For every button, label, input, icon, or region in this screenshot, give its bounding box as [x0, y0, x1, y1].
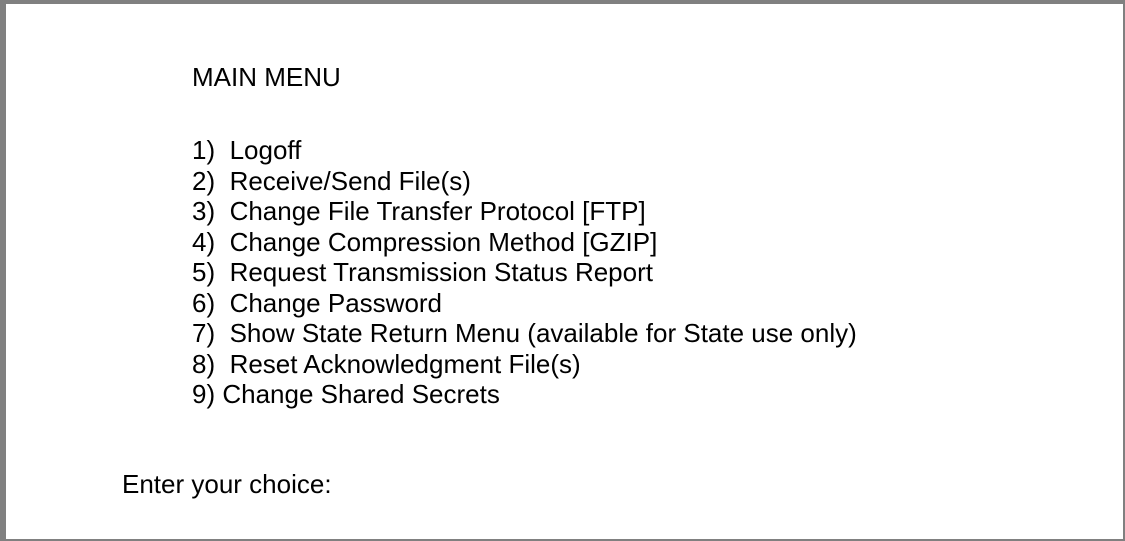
main-menu: 1) Logoff 2) Receive/Send File(s) 3) Cha…: [192, 135, 857, 410]
menu-item-change-password[interactable]: 6) Change Password: [192, 288, 857, 319]
choice-input[interactable]: [337, 472, 638, 501]
menu-item-logoff[interactable]: 1) Logoff: [192, 135, 857, 166]
choice-prompt: Enter your choice:: [122, 469, 638, 501]
terminal-window: MAIN MENU 1) Logoff 2) Receive/Send File…: [0, 0, 1125, 541]
menu-item-request-status-report[interactable]: 5) Request Transmission Status Report: [192, 257, 857, 288]
menu-item-show-state-return-menu[interactable]: 7) Show State Return Menu (available for…: [192, 318, 857, 349]
menu-item-change-transfer-protocol[interactable]: 3) Change File Transfer Protocol [FTP]: [192, 196, 857, 227]
menu-item-reset-acknowledgment-files[interactable]: 8) Reset Acknowledgment File(s): [192, 349, 857, 380]
menu-item-change-shared-secrets[interactable]: 9) Change Shared Secrets: [192, 379, 857, 410]
menu-item-receive-send-files[interactable]: 2) Receive/Send File(s): [192, 166, 857, 197]
menu-item-change-compression-method[interactable]: 4) Change Compression Method [GZIP]: [192, 227, 857, 258]
choice-prompt-label: Enter your choice:: [122, 469, 332, 499]
terminal-screen: MAIN MENU 1) Logoff 2) Receive/Send File…: [6, 4, 1123, 539]
menu-title: MAIN MENU: [192, 62, 341, 92]
